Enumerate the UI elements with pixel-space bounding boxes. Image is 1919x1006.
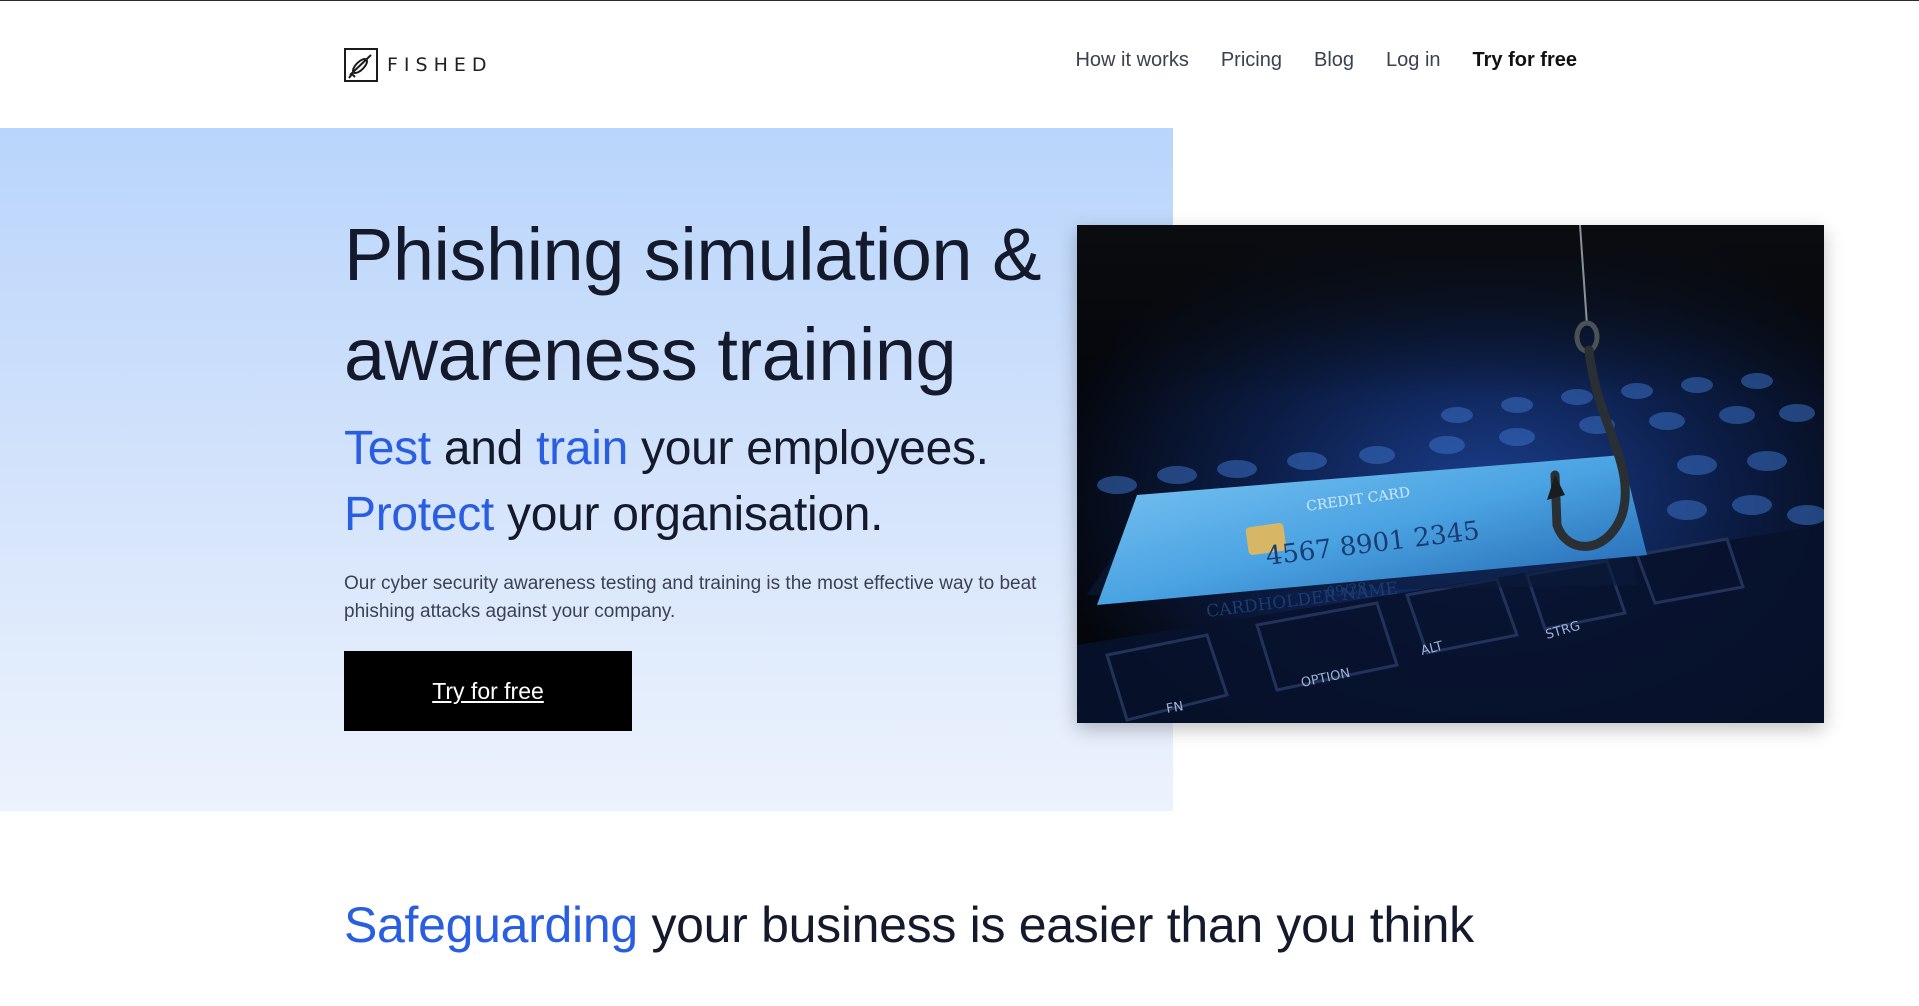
nav-pricing[interactable]: Pricing (1221, 49, 1282, 72)
subtitle-text: and (430, 422, 537, 475)
accent-word-test: Test (344, 422, 431, 475)
accent-word-train: train (536, 422, 628, 475)
logo-text: FISHED (387, 54, 493, 76)
subtitle-text: your organisation. (493, 488, 884, 541)
hero-subtitle-line-1: Test and train your employees. (344, 416, 1164, 482)
nav-log-in[interactable]: Log in (1386, 49, 1441, 72)
section-title: Safeguarding your business is easier tha… (344, 893, 1644, 957)
nav-try-for-free[interactable]: Try for free (1473, 49, 1577, 72)
logo-link[interactable]: FISHED (344, 47, 493, 83)
section-title-accent: Safeguarding (344, 897, 638, 953)
accent-word-protect: Protect (344, 488, 494, 541)
nav-how-it-works[interactable]: How it works (1075, 49, 1188, 72)
hero-description: Our cyber security awareness testing and… (344, 573, 1037, 622)
hero-subtitle-line-2: Protect your organisation. (344, 482, 1164, 548)
hero-title: Phishing simulation & awareness training (344, 213, 1041, 396)
site-header: FISHED How it works Pricing Blog Log in … (0, 1, 1919, 128)
svg-text:FN: FN (1165, 699, 1185, 717)
hook-card-illustration: CREDIT CARD 4567 8901 2345 09/28 CARDHOL… (1077, 225, 1824, 723)
fish-hook-logo-icon (344, 48, 378, 82)
try-for-free-button[interactable]: Try for free (344, 651, 632, 731)
hero-subtitle: Test and train your employees. Protect y… (344, 416, 1164, 548)
hero-image-credit-card-on-hook: CREDIT CARD 4567 8901 2345 09/28 CARDHOL… (1077, 225, 1824, 723)
section-title-rest: your business is easier than you think (637, 897, 1474, 953)
nav-blog[interactable]: Blog (1314, 49, 1354, 72)
subtitle-text: your employees. (628, 422, 989, 475)
main-nav: How it works Pricing Blog Log in Try for… (1075, 49, 1577, 72)
